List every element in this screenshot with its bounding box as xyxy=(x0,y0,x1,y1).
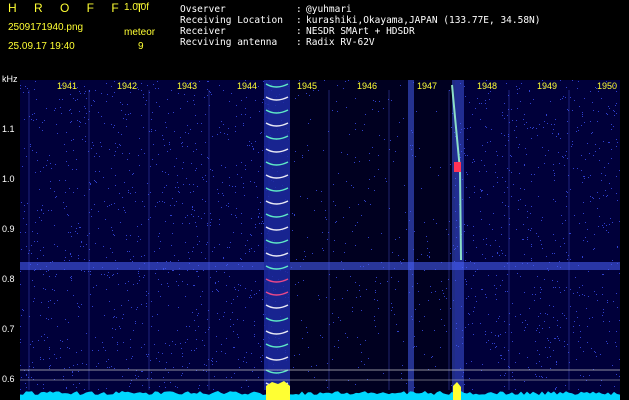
antenna-value: Radix RV-62V xyxy=(306,37,375,48)
spectrogram-canvas xyxy=(20,80,620,400)
y-tick-label: 1.1 xyxy=(2,124,15,134)
interference-band xyxy=(20,262,620,270)
observer-label: Ovserver xyxy=(180,4,226,15)
location-value: kurashiki,Okayama,JAPAN (133.77E, 34.58N… xyxy=(306,15,541,26)
x-tick-label: 1947 xyxy=(417,81,438,91)
info-colon: : xyxy=(296,15,302,26)
hrofft-window: H R O F F T 1.0.0f 2509171940.png 25.09.… xyxy=(0,0,629,400)
meteor-count: 9 xyxy=(138,41,144,52)
observer-value: @yuhmari xyxy=(306,4,352,15)
y-tick-label: 1.0 xyxy=(2,174,15,184)
x-tick-label: 1950 xyxy=(597,81,618,91)
x-tick-label: 1942 xyxy=(117,81,138,91)
quiet-zone xyxy=(290,80,455,400)
y-tick-label: 0.9 xyxy=(2,224,15,234)
broadband-column xyxy=(452,80,464,400)
capture-datetime: 25.09.17 19:40 xyxy=(8,41,75,52)
app-version: 1.0.0f xyxy=(124,2,150,13)
y-tick-label: 0.7 xyxy=(2,324,15,334)
spectrogram xyxy=(20,80,620,400)
x-tick-label: 1946 xyxy=(357,81,378,91)
signal-baseline xyxy=(20,391,620,400)
info-colon: : xyxy=(296,26,302,37)
x-tick-label: 1949 xyxy=(537,81,558,91)
x-tick-label: 1941 xyxy=(57,81,78,91)
info-colon: : xyxy=(296,4,302,15)
x-tick-label: 1945 xyxy=(297,81,318,91)
y-tick-label: 0.6 xyxy=(2,374,15,384)
broadband-column xyxy=(408,80,414,400)
location-label: Receiving Location xyxy=(180,15,283,26)
image-filename: 2509171940.png xyxy=(8,22,84,33)
x-tick-label: 1944 xyxy=(237,81,258,91)
receiver-value: NESDR SMArt + HDSDR xyxy=(306,26,415,37)
y-tick-label: 0.8 xyxy=(2,274,15,284)
meteor-label: meteor xyxy=(124,27,156,38)
info-colon: : xyxy=(296,37,302,48)
x-tick-label: 1943 xyxy=(177,81,198,91)
meteor-head-peak xyxy=(454,162,461,172)
antenna-label: Recviving antenna xyxy=(180,37,278,48)
receiver-label: Receiver xyxy=(180,26,226,37)
y-axis-unit: kHz xyxy=(2,74,18,84)
x-tick-label: 1948 xyxy=(477,81,498,91)
